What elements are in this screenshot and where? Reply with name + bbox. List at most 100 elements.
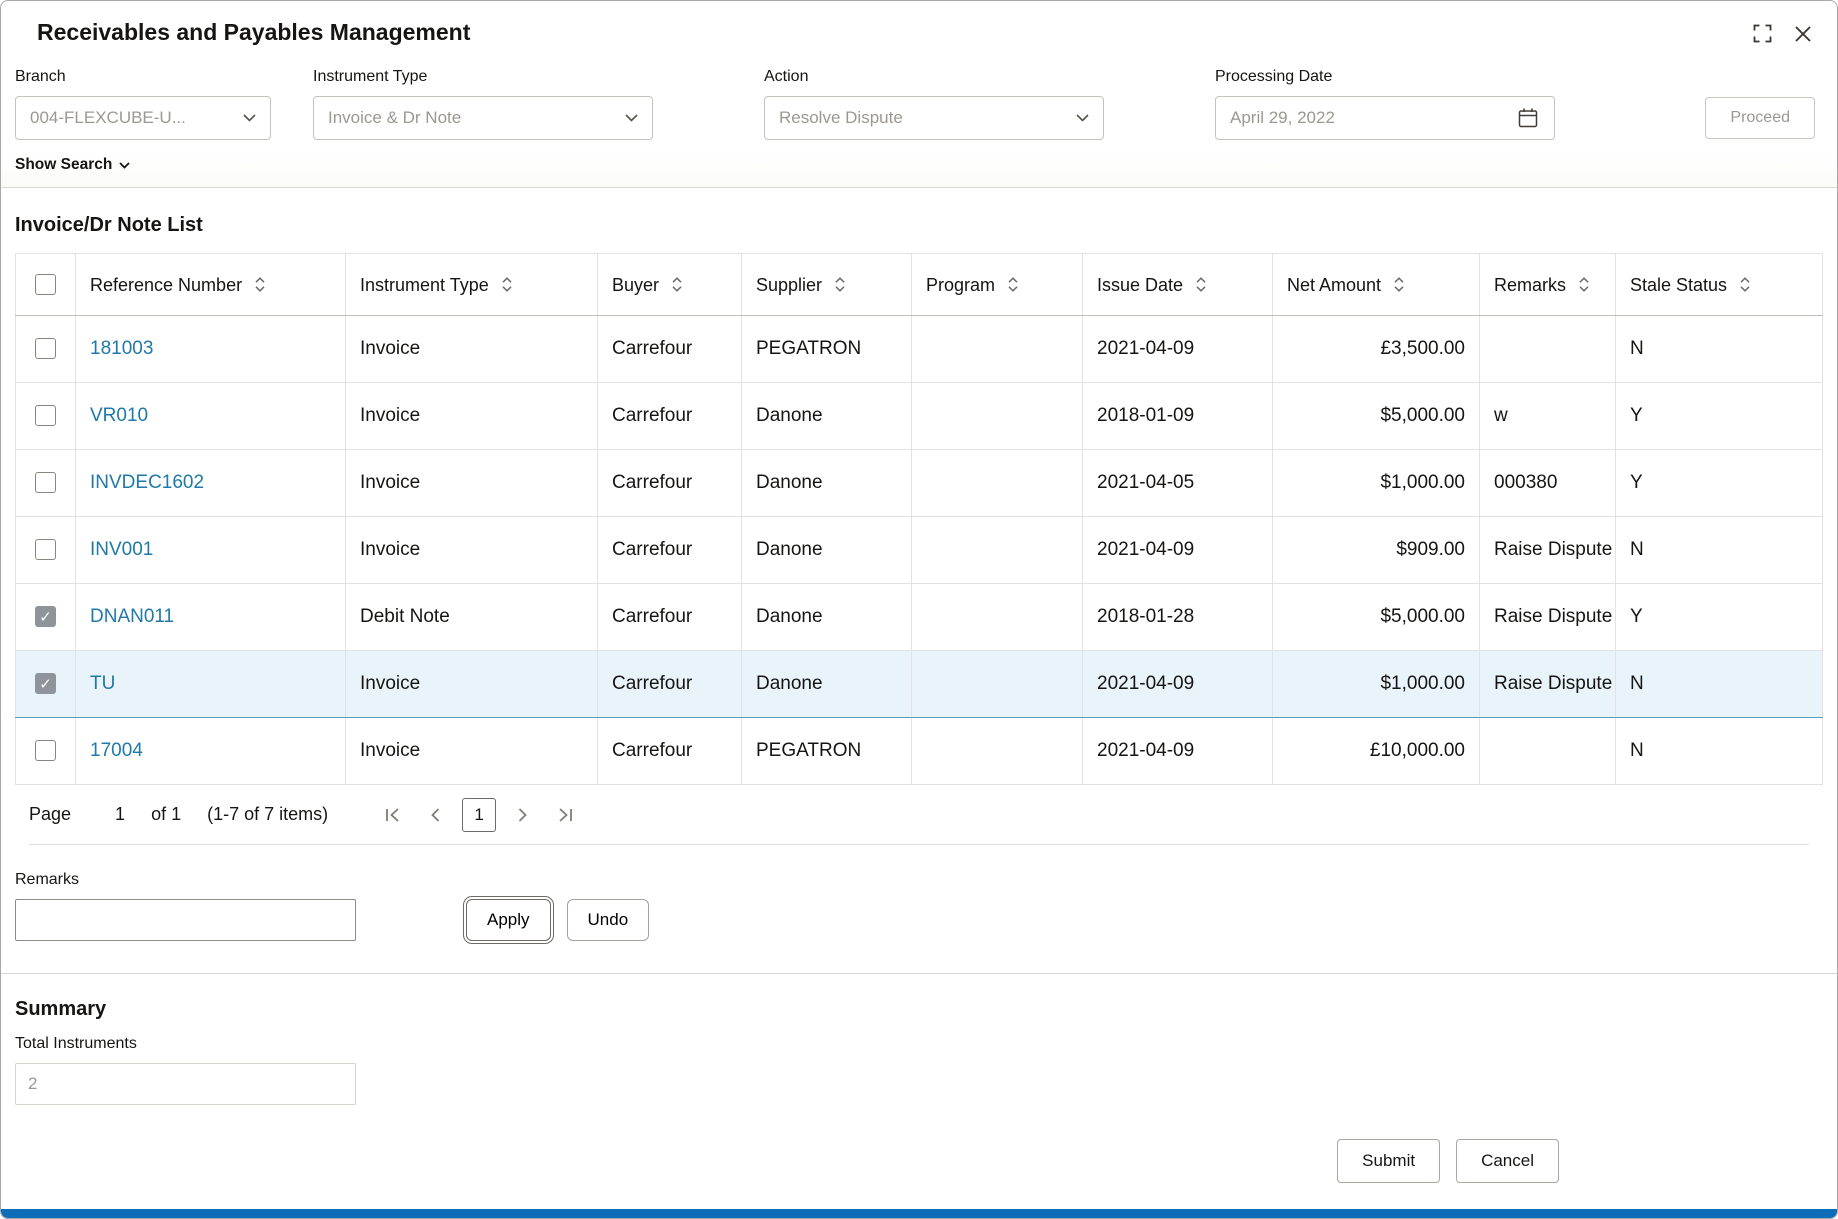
select-all-checkbox[interactable] [35, 274, 56, 296]
cancel-button[interactable]: Cancel [1456, 1139, 1559, 1183]
remarks-section: Remarks Apply Undo [1, 845, 1837, 944]
reference-link[interactable]: TU [90, 673, 115, 694]
processing-date-input[interactable]: April 29, 2022 [1215, 96, 1555, 140]
sort-icon[interactable] [834, 276, 846, 293]
cell-reference: INV001 [75, 516, 346, 584]
cell-issue-date: 2021-04-09 [1082, 717, 1273, 785]
show-search-toggle[interactable]: Show Search [15, 156, 130, 174]
close-icon[interactable] [1791, 21, 1815, 46]
column-header-program[interactable]: Program [911, 253, 1083, 316]
action-select[interactable]: Resolve Dispute [764, 96, 1104, 140]
branch-select[interactable]: 004-FLEXCUBE-U... [15, 96, 271, 140]
remarks-label: Remarks [15, 871, 80, 888]
undo-button[interactable]: Undo [566, 899, 650, 941]
cell-remarks [1479, 717, 1616, 785]
reference-link[interactable]: INV001 [90, 539, 153, 560]
cell-net-amount: £3,500.00 [1272, 315, 1480, 383]
cell-issue-date: 2021-04-09 [1082, 315, 1273, 383]
previous-page-icon[interactable] [418, 798, 452, 832]
sort-icon[interactable] [501, 276, 513, 293]
cell-buyer: Carrefour [597, 315, 742, 383]
cell-instrument-type: Invoice [345, 449, 598, 517]
page-number: 1 [115, 804, 126, 824]
column-header-remarks[interactable]: Remarks [1479, 253, 1616, 316]
cell-net-amount: $5,000.00 [1272, 382, 1480, 450]
cell-reference: 17004 [75, 717, 346, 785]
sort-icon[interactable] [1007, 276, 1019, 293]
current-page-box[interactable]: 1 [462, 797, 497, 832]
sort-icon[interactable] [1195, 276, 1207, 293]
sort-icon[interactable] [671, 276, 683, 293]
reference-link[interactable]: DNAN011 [90, 606, 174, 627]
total-instruments-input[interactable] [15, 1063, 356, 1105]
total-instruments-label: Total Instruments [15, 1035, 137, 1052]
cell-stale-status: Y [1615, 449, 1823, 517]
reference-link[interactable]: 181003 [90, 338, 153, 359]
table-row: INV001 Invoice Carrefour Danone 2021-04-09 $9… [15, 516, 1823, 584]
cell-supplier: Danone [741, 650, 912, 718]
cell-issue-date: 2021-04-09 [1082, 650, 1273, 718]
cell-program [911, 516, 1083, 584]
cell-remarks: 000380 [1479, 449, 1616, 517]
apply-button[interactable]: Apply [463, 896, 554, 944]
next-page-icon[interactable] [506, 798, 540, 832]
row-checkbox[interactable] [35, 472, 56, 494]
cell-instrument-type: Debit Note [345, 583, 598, 651]
column-header-instrument-type[interactable]: Instrument Type [345, 253, 598, 316]
pagination-controls: 1 [376, 797, 582, 832]
cell-buyer: Carrefour [597, 382, 742, 450]
cell-stale-status: N [1615, 717, 1823, 785]
action-value: Resolve Dispute [779, 108, 903, 127]
last-page-icon[interactable] [548, 798, 582, 832]
sort-icon[interactable] [1393, 276, 1405, 293]
cell-instrument-type: Invoice [345, 717, 598, 785]
cell-stale-status: N [1615, 315, 1823, 383]
remarks-input[interactable] [15, 899, 356, 941]
cell-remarks: Raise Dispute [1479, 650, 1616, 718]
column-header-reference-number[interactable]: Reference Number [75, 253, 346, 316]
row-checkbox[interactable] [35, 740, 56, 762]
table-header-row: Reference Number Instrument Type Buyer S… [15, 253, 1823, 316]
column-header-issue-date[interactable]: Issue Date [1082, 253, 1273, 316]
cell-stale-status: N [1615, 650, 1823, 718]
reference-link[interactable]: VR010 [90, 405, 148, 426]
column-header-supplier[interactable]: Supplier [741, 253, 912, 316]
row-checkbox[interactable] [35, 338, 56, 360]
row-checkbox[interactable] [35, 606, 56, 628]
cell-program [911, 382, 1083, 450]
cell-stale-status: Y [1615, 382, 1823, 450]
sort-icon[interactable] [254, 276, 266, 293]
row-checkbox[interactable] [35, 539, 56, 561]
cell-supplier: Danone [741, 583, 912, 651]
table-row: 17004 Invoice Carrefour PEGATRON 2021-04-09 £… [15, 717, 1823, 785]
instrument-type-select[interactable]: Invoice & Dr Note [313, 96, 653, 140]
reference-link[interactable]: 17004 [90, 740, 143, 761]
sort-icon[interactable] [1739, 276, 1751, 293]
cell-instrument-type: Invoice [345, 382, 598, 450]
calendar-icon[interactable] [1516, 106, 1540, 130]
submit-button[interactable]: Submit [1337, 1139, 1441, 1183]
sort-icon[interactable] [1578, 276, 1590, 293]
proceed-button[interactable]: Proceed [1705, 97, 1815, 139]
cell-issue-date: 2021-04-09 [1082, 516, 1273, 584]
row-checkbox[interactable] [35, 405, 56, 427]
show-search-label: Show Search [15, 156, 113, 173]
cell-reference: DNAN011 [75, 583, 346, 651]
table-row: DNAN011 Debit NoteCarrefourDanone 2018-01-… [15, 583, 1823, 651]
column-header-stale-status[interactable]: Stale Status [1615, 253, 1823, 316]
cell-program [911, 717, 1083, 785]
cell-program [911, 650, 1083, 718]
column-header-net-amount[interactable]: Net Amount [1272, 253, 1480, 316]
cell-instrument-type: Invoice [345, 650, 598, 718]
cell-issue-date: 2021-04-05 [1082, 449, 1273, 517]
cell-remarks: w [1479, 382, 1616, 450]
first-page-icon[interactable] [376, 798, 410, 832]
receivables-payables-window: Receivables and Payables Management Bran… [0, 0, 1838, 1219]
instrument-type-field: Instrument Type Invoice & Dr Note [313, 68, 653, 140]
cell-remarks: Raise Dispute [1479, 583, 1616, 651]
cell-reference: VR010 [75, 382, 346, 450]
row-checkbox[interactable] [35, 673, 56, 695]
column-header-buyer[interactable]: Buyer [597, 253, 742, 316]
reference-link[interactable]: INVDEC1602 [90, 472, 204, 493]
restore-icon[interactable] [1750, 21, 1775, 46]
